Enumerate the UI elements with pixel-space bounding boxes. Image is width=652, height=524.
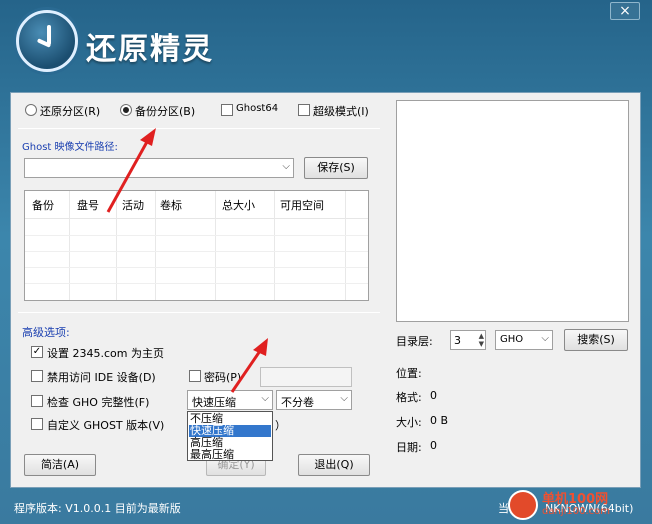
app-window: × 还原精灵 还原分区(R) 备份分区(B) Ghost64 超级模式(I) G… — [0, 0, 652, 524]
version-text: 程序版本: V1.0.0.1 目前为最新版 — [14, 502, 181, 515]
watermark-logo: 单机100网 danji100.com — [508, 486, 648, 522]
annotation-arrows — [106, 128, 268, 393]
